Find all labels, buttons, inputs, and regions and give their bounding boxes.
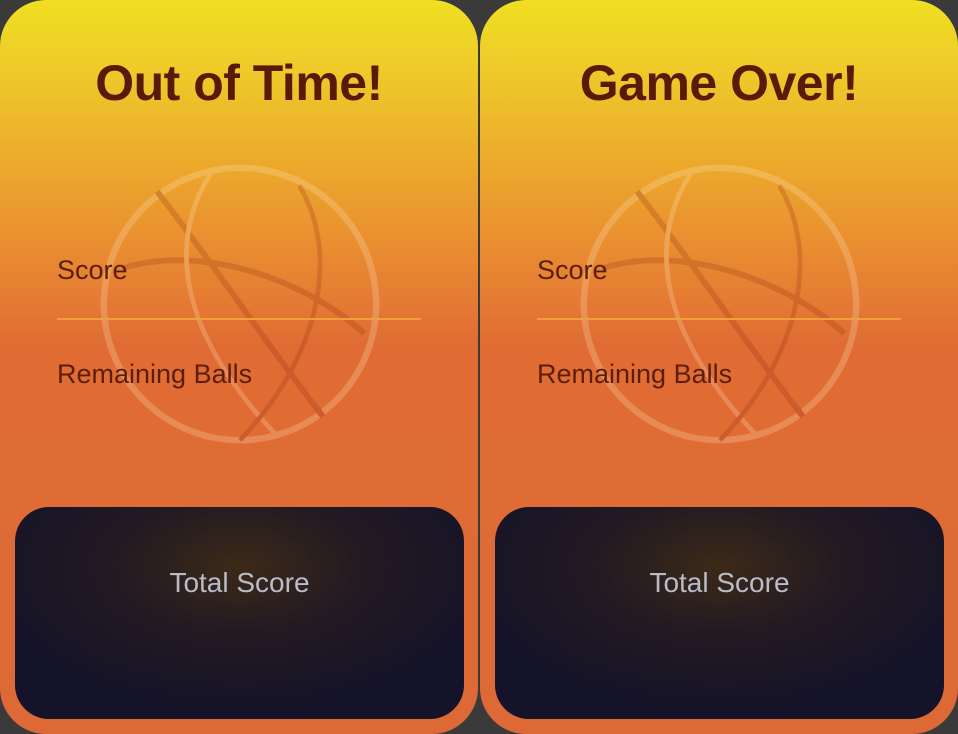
game-over-card: Game Over! Score Remaining Balls Total S… <box>480 0 958 734</box>
game-result-screens: Out of Time! Score Remaining Balls Total… <box>0 0 958 734</box>
remaining-balls-label: Remaining Balls <box>57 359 253 389</box>
score-label: Score <box>537 255 608 285</box>
row-divider <box>537 318 901 320</box>
result-title: Out of Time! <box>95 55 383 111</box>
basketball-icon <box>580 164 860 444</box>
total-score-panel: Total Score <box>495 507 944 719</box>
total-score-panel: Total Score <box>15 507 464 719</box>
score-label: Score <box>57 255 128 285</box>
result-title: Game Over! <box>579 55 859 111</box>
out-of-time-card: Out of Time! Score Remaining Balls Total… <box>0 0 478 734</box>
row-divider <box>57 318 421 320</box>
total-score-label: Total Score <box>649 567 790 598</box>
total-score-label: Total Score <box>169 567 310 598</box>
remaining-balls-label: Remaining Balls <box>537 359 733 389</box>
basketball-icon <box>100 164 380 444</box>
